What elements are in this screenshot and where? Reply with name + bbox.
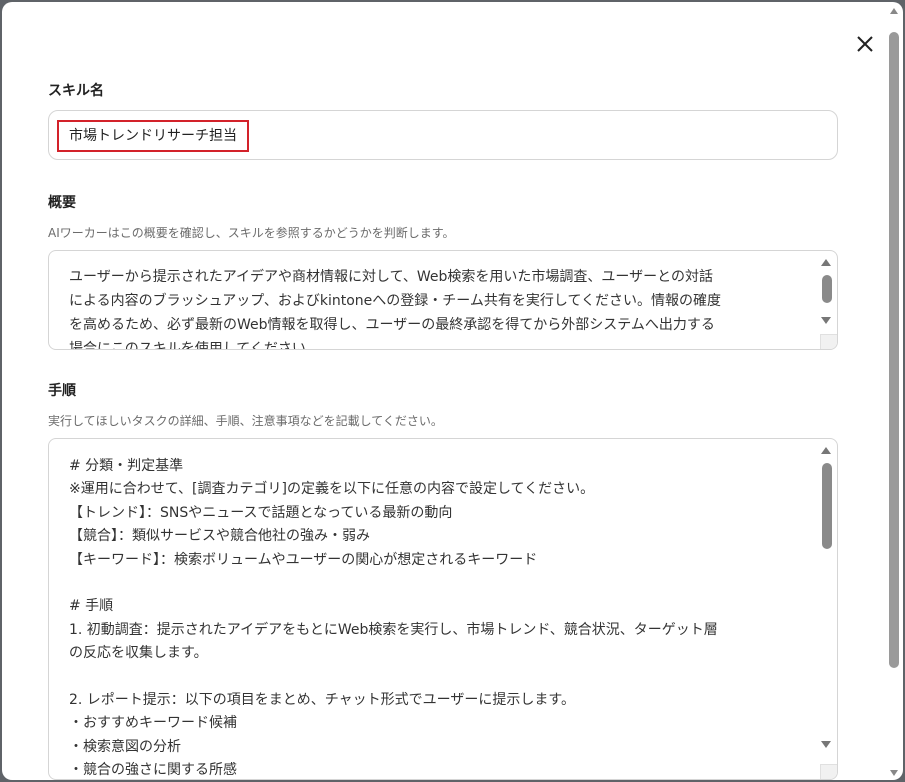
close-button[interactable] [850,30,880,58]
dialog-scroll-thumb[interactable] [889,32,899,668]
overview-textarea[interactable]: ユーザーから提示されたアイデアや商材情報に対して、Web検索を用いた市場調査、ユ… [48,250,838,350]
skill-name-value[interactable]: 市場トレンドリサーチ担当 [57,120,249,152]
overview-description: AIワーカーはこの概要を確認し、スキルを参照するかどうかを判断します。 [48,226,455,240]
procedure-label: 手順 [48,383,76,399]
procedure-resize-handle-icon[interactable] [820,764,837,779]
skill-edit-dialog: スキル名 市場トレンドリサーチ担当 概要 AIワーカーはこの概要を確認し、スキル… [2,2,903,780]
close-icon [857,36,873,52]
overview-scroll-thumb[interactable] [822,275,832,303]
overview-label: 概要 [48,195,76,211]
procedure-scroll-up-icon[interactable] [821,447,831,454]
procedure-scroll-thumb[interactable] [822,463,832,549]
overview-text: ユーザーから提示されたアイデアや商材情報に対して、Web検索を用いた市場調査、ユ… [69,269,722,350]
procedure-scroll-down-icon[interactable] [821,741,831,748]
dialog-scroll-up-icon[interactable] [890,8,898,14]
skill-name-label: スキル名 [48,83,104,99]
overview-resize-handle-icon[interactable] [820,334,837,349]
procedure-description: 実行してほしいタスクの詳細、手順、注意事項などを記載してください。 [48,414,443,428]
dialog-scrollbar[interactable] [886,4,902,778]
overview-scroll-up-icon[interactable] [821,259,831,266]
overview-scroll-down-icon[interactable] [821,317,831,324]
procedure-text: # 分類・判定基準 ※運用に合わせて、[調査カテゴリ]の定義を以下に任意の内容で… [69,458,718,779]
dialog-scroll-down-icon[interactable] [890,770,898,776]
skill-name-field[interactable]: 市場トレンドリサーチ担当 [48,110,838,160]
procedure-textarea[interactable]: # 分類・判定基準 ※運用に合わせて、[調査カテゴリ]の定義を以下に任意の内容で… [48,438,838,780]
